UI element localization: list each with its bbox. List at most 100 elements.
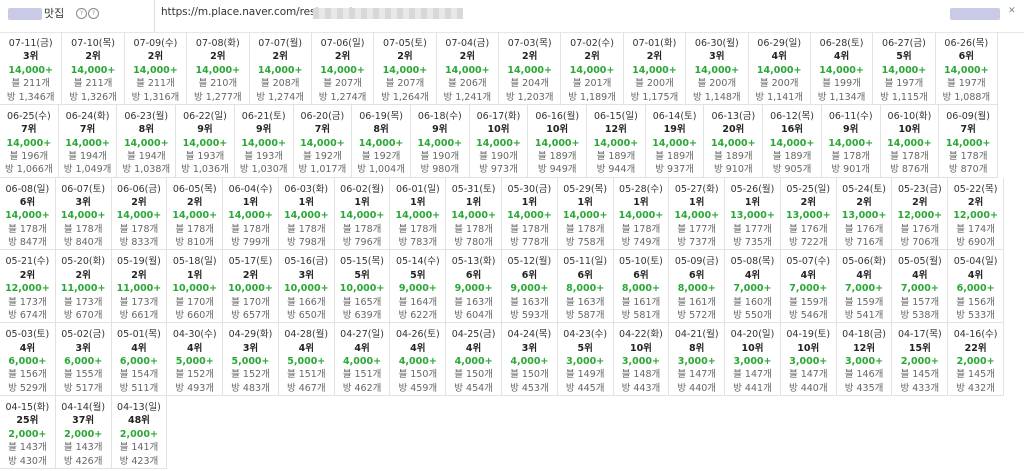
cell-room: 방 517개 <box>63 382 103 394</box>
rank-cell: 07-01(화) 2위 14,000+ 블 200개 방 1,175개 <box>623 32 687 105</box>
cell-room: 방 798개 <box>286 237 326 249</box>
cell-room: 방 1,346개 <box>6 91 55 103</box>
cell-date: 05-21(수) <box>5 256 50 268</box>
cell-visits: 14,000+ <box>70 64 116 76</box>
cell-rank: 4위 <box>298 342 314 354</box>
cell-room: 방 1,088개 <box>942 91 991 103</box>
cell-date: 05-17(토) <box>228 256 273 268</box>
rank-cell: 05-29(목) 1위 14,000+ 블 178개 방 758개 <box>557 177 614 251</box>
cell-visits: 14,000+ <box>711 137 756 149</box>
cell-visits: 14,000+ <box>534 137 580 149</box>
cell-rank: 10위 <box>741 342 764 354</box>
cell-blog: 블 178개 <box>831 151 871 163</box>
cell-blog: 블 148개 <box>621 369 661 381</box>
cell-date: 04-28(월) <box>284 329 329 341</box>
cell-visits: 14,000+ <box>881 64 927 76</box>
cell-room: 방 758개 <box>565 237 605 249</box>
cell-visits: 14,000+ <box>65 137 110 149</box>
cell-date: 05-31(토) <box>451 183 496 195</box>
cell-visits: 9,000+ <box>454 283 493 295</box>
cell-room: 방 783개 <box>398 237 438 249</box>
cell-room: 방 430개 <box>8 455 47 467</box>
circle-icon[interactable]: ? <box>88 8 99 19</box>
cell-room: 방 660개 <box>175 310 215 322</box>
cell-blog: 블 196개 <box>9 151 49 163</box>
cell-blog: 블 197개 <box>946 78 986 90</box>
cell-blog: 블 173개 <box>63 296 103 308</box>
rank-cell: 05-23(금) 2위 12,000+ 블 176개 방 706개 <box>892 177 949 251</box>
cell-rank: 1위 <box>689 197 705 208</box>
cell-blog: 블 178개 <box>342 223 382 235</box>
cell-room: 방 1,274개 <box>318 91 367 103</box>
cell-blog: 블 201개 <box>572 78 612 90</box>
rank-cell: 05-16(금) 3위 10,000+ 블 166개 방 650개 <box>278 250 335 324</box>
cell-date: 05-13(화) <box>451 256 496 268</box>
cell-room: 방 593개 <box>510 310 549 322</box>
rank-cell: 06-03(화) 1위 14,000+ 블 178개 방 798개 <box>278 177 335 251</box>
cell-rank: 10위 <box>487 124 510 136</box>
rank-cell: 04-27(일) 4위 4,000+ 블 151개 방 462개 <box>334 323 391 396</box>
cell-rank: 5위 <box>577 342 593 354</box>
cell-visits: 14,000+ <box>6 137 52 149</box>
cell-blog: 블 150개 <box>398 369 438 381</box>
cell-blog: 블 178개 <box>890 151 929 163</box>
rank-cell: 05-15(목) 5위 10,000+ 블 165개 방 639개 <box>334 250 391 324</box>
cell-room: 방 1,115개 <box>880 91 928 103</box>
cell-visits: 14,000+ <box>133 64 178 76</box>
cell-blog: 블 161개 <box>621 296 661 308</box>
cell-rank: 2위 <box>131 197 147 208</box>
cell-room: 방 453개 <box>510 382 549 394</box>
rank-cell: 05-10(토) 6위 8,000+ 블 161개 방 581개 <box>613 250 670 324</box>
cell-rank: 2위 <box>147 51 164 63</box>
rank-cell: 07-09(수) 2위 14,000+ 블 211개 방 1,316개 <box>124 32 188 105</box>
rank-cell: 04-26(토) 4위 4,000+ 블 150개 방 459개 <box>390 323 447 396</box>
cell-rank: 10위 <box>629 342 652 354</box>
cell-date: 04-13(일) <box>117 401 161 413</box>
cell-date: 07-03(목) <box>507 38 552 49</box>
rank-cell: 05-11(일) 6위 8,000+ 블 163개 방 587개 <box>557 250 614 324</box>
cell-visits: 14,000+ <box>339 210 385 222</box>
cell-rank: 10위 <box>546 124 569 136</box>
rank-cell: 07-11(금) 3위 14,000+ 블 211개 방 1,346개 <box>0 32 63 105</box>
cell-blog: 블 189개 <box>537 151 577 163</box>
divider <box>154 0 155 32</box>
rank-cell: 06-12(목) 16위 14,000+ 블 189개 방 905개 <box>763 104 822 178</box>
cell-date: 07-01(화) <box>632 38 677 49</box>
cell-rank: 4위 <box>856 269 872 281</box>
cell-room: 방 493개 <box>175 382 215 394</box>
cell-room: 방 670개 <box>63 310 103 322</box>
cell-date: 05-09(금) <box>674 256 719 268</box>
cell-date: 06-06(금) <box>117 183 161 195</box>
cell-rank: 5위 <box>354 269 370 281</box>
cell-room: 방 1,134개 <box>817 91 866 103</box>
cell-visits: 14,000+ <box>569 64 615 76</box>
circle-icon[interactable]: ? <box>76 8 87 19</box>
rank-cell: 04-19(토) 10위 3,000+ 블 147개 방 440개 <box>780 323 837 396</box>
rank-cell: 07-06(일) 2위 14,000+ 블 207개 방 1,274개 <box>311 32 375 105</box>
rank-cell: 07-03(목) 2위 14,000+ 블 204개 방 1,203개 <box>499 32 562 105</box>
cell-blog: 블 200개 <box>697 78 737 90</box>
cell-room: 방 674개 <box>8 310 47 322</box>
cell-room: 방 799개 <box>231 237 270 249</box>
cell-visits: 13,000+ <box>841 210 887 222</box>
cell-rank: 2위 <box>131 269 147 281</box>
cell-room: 방 1,175개 <box>630 91 679 103</box>
cell-blog: 블 159개 <box>844 296 884 308</box>
category-label: 맛집 <box>44 7 65 20</box>
cell-room: 방 1,030개 <box>239 164 288 176</box>
rank-cell: 05-08(목) 4위 7,000+ 블 160개 방 550개 <box>725 250 781 324</box>
rank-cell: 06-24(화) 7위 14,000+ 블 194개 방 1,049개 <box>58 104 118 178</box>
cell-date: 06-15(일) <box>594 110 638 122</box>
rank-cell: 05-13(화) 6위 9,000+ 블 163개 방 604개 <box>446 250 502 324</box>
cell-date: 07-08(화) <box>195 38 240 49</box>
cell-rank: 8위 <box>138 124 154 136</box>
cell-room: 방 1,066개 <box>5 164 53 176</box>
cell-rank: 2위 <box>459 51 475 63</box>
cell-rank: 4위 <box>131 342 147 354</box>
cell-rank: 4위 <box>967 269 984 281</box>
cell-rank: 3위 <box>242 342 259 354</box>
cell-room: 방 980개 <box>420 164 460 176</box>
cell-blog: 블 173개 <box>119 296 159 308</box>
close-icon[interactable]: ✕ <box>1008 6 1016 16</box>
cell-rank: 3위 <box>75 342 91 354</box>
